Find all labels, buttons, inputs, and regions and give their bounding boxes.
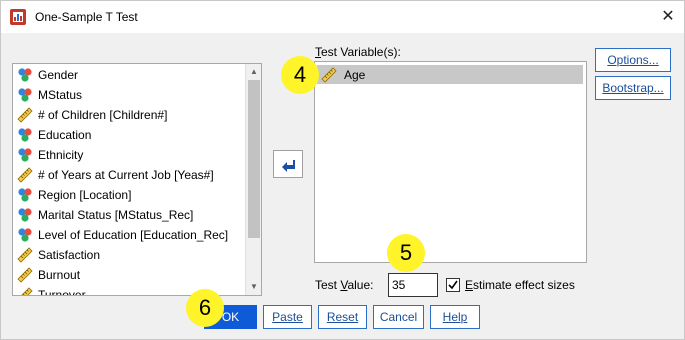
variable-label: Region [Location]	[38, 188, 132, 202]
test-variable-item[interactable]: Age	[317, 65, 583, 84]
variable-label: Level of Education [Education_Rec]	[38, 228, 229, 242]
test-value-label: Test Value:	[315, 278, 374, 292]
variable-label: Turnover	[38, 288, 86, 296]
variable-label: Education	[38, 128, 92, 142]
variable-label: MStatus	[38, 88, 83, 102]
nominal-icon	[18, 208, 32, 222]
scale-ruler-icon	[17, 267, 33, 283]
test-value-input[interactable]: 35	[388, 273, 438, 297]
window-title: One-Sample T Test	[35, 10, 138, 24]
test-variables-label: Test Variable(s):	[315, 45, 401, 59]
estimate-effect-sizes-label[interactable]: Estimate effect sizes	[465, 278, 575, 292]
nominal-icon	[18, 148, 32, 162]
move-variable-button[interactable]	[273, 150, 303, 178]
nominal-icon	[18, 228, 32, 242]
bootstrap-button[interactable]: Bootstrap...	[595, 76, 671, 100]
reset-button[interactable]: Reset	[318, 305, 367, 329]
variable-label: Gender	[38, 68, 79, 82]
step-6-annotation: 6	[186, 289, 224, 327]
source-variable-list[interactable]: Gender MStatus # of Children [Children#] Ed…	[12, 63, 262, 296]
scrollbar-thumb[interactable]	[248, 80, 260, 238]
variable-list-item[interactable]: Education	[17, 125, 91, 145]
nominal-icon	[18, 188, 32, 202]
scale-ruler-icon	[17, 167, 33, 183]
title-bar: One-Sample T Test ✕	[1, 1, 684, 33]
variable-label: Marital Status [MStatus_Rec]	[38, 208, 194, 222]
paste-button[interactable]: Paste	[263, 305, 312, 329]
variable-list-item[interactable]: # of Children [Children#]	[17, 105, 167, 125]
move-right-arrow-icon	[282, 160, 295, 172]
test-variable-label: Age	[344, 67, 366, 82]
spss-app-icon	[10, 9, 26, 25]
step-5-annotation: 5	[387, 234, 425, 272]
cancel-button[interactable]: Cancel	[373, 305, 424, 329]
variable-label: Satisfaction	[38, 248, 101, 262]
variable-list-item[interactable]: Satisfaction	[17, 245, 100, 265]
variable-list-item[interactable]: Burnout	[17, 265, 80, 285]
variable-list-item[interactable]: Turnover	[17, 285, 86, 296]
variable-label: # of Years at Current Job [Yeas#]	[38, 168, 214, 182]
variable-list-item[interactable]: # of Years at Current Job [Yeas#]	[17, 165, 214, 185]
close-button[interactable]: ✕	[654, 4, 682, 30]
test-variables-list[interactable]: Age	[314, 61, 587, 263]
estimate-effect-sizes-checkbox[interactable]	[446, 278, 460, 292]
close-icon: ✕	[661, 8, 675, 25]
variable-list-item[interactable]: Ethnicity	[17, 145, 83, 165]
variable-list-item[interactable]: Region [Location]	[17, 185, 131, 205]
checkmark-icon	[448, 280, 458, 290]
options-button[interactable]: Options...	[595, 48, 671, 72]
nominal-icon	[18, 68, 32, 82]
one-sample-t-test-dialog: One-Sample T Test ✕ Gender MStatus # of Ch…	[0, 0, 685, 340]
variable-list-item[interactable]: Gender	[17, 65, 78, 85]
scroll-down-arrow-icon[interactable]: ▼	[246, 279, 261, 295]
variable-list-item[interactable]: MStatus	[17, 85, 82, 105]
scale-ruler-icon	[17, 107, 33, 123]
vertical-scrollbar[interactable]: ▲ ▼	[245, 64, 261, 295]
help-button[interactable]: Help	[430, 305, 480, 329]
variable-list-item[interactable]: Marital Status [MStatus_Rec]	[17, 205, 193, 225]
scale-ruler-icon	[17, 247, 33, 263]
variable-label: # of Children [Children#]	[38, 108, 168, 122]
nominal-icon	[18, 88, 32, 102]
scroll-up-arrow-icon[interactable]: ▲	[246, 64, 261, 80]
scale-ruler-icon	[21, 287, 33, 295]
nominal-icon	[18, 128, 32, 142]
step-4-annotation: 4	[281, 56, 319, 94]
variable-label: Ethnicity	[38, 148, 84, 162]
scale-ruler-icon	[321, 66, 337, 83]
variable-label: Burnout	[38, 268, 81, 282]
variable-list-item[interactable]: Level of Education [Education_Rec]	[17, 225, 228, 245]
